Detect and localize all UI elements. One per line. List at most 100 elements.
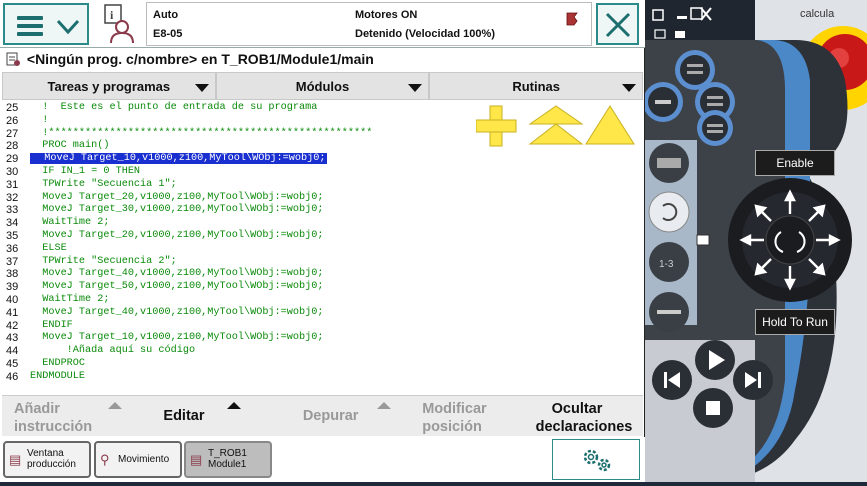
code-text: ENDMODULE xyxy=(30,370,86,382)
button-label: Ocultar xyxy=(551,401,603,417)
operator-window-icon[interactable]: i xyxy=(95,3,139,45)
production-window-icon: ▤ xyxy=(9,452,22,467)
code-text: ELSE xyxy=(30,242,67,254)
dropdown-arrow-icon xyxy=(194,84,209,92)
line-number: 30 xyxy=(6,166,19,178)
line-number: 42 xyxy=(6,319,19,332)
dropdown-arrow-icon xyxy=(622,84,637,92)
program-state: Detenido (Velocidad 100%) xyxy=(355,28,495,40)
axis-toggle-button[interactable]: 1-3 xyxy=(649,242,689,282)
editor-toolbar: Añadir instrucción Editar Depurar Modifi… xyxy=(2,395,643,436)
button-label: posición xyxy=(422,419,482,435)
task-jogging[interactable]: ⚲ Movimiento xyxy=(94,441,182,478)
task-label: Ventana producción xyxy=(27,448,76,470)
close-icon xyxy=(605,12,630,38)
debug-button[interactable]: Depurar xyxy=(271,396,410,436)
line-number: 32 xyxy=(6,191,19,204)
code-text: PROC main() xyxy=(30,140,110,152)
code-text: !***************************************… xyxy=(30,127,373,139)
operating-mode: Auto xyxy=(153,9,179,21)
task-label-line: Ventana xyxy=(27,448,64,459)
button-label: declaraciones xyxy=(535,419,633,435)
code-text: MoveJ Target_40,v1000,z100,MyTool\WObj:=… xyxy=(30,268,324,280)
background-window-text: calcula xyxy=(800,8,835,20)
dropdown-arrow-icon xyxy=(408,84,423,92)
hold-to-run-button[interactable]: Hold To Run xyxy=(755,309,835,335)
up-arrow-icon xyxy=(108,402,122,409)
code-text: MoveJ Target_20,v1000,z100,MyTool\WObj:=… xyxy=(30,230,324,241)
task-label: T_ROB1 Module1 xyxy=(208,448,247,470)
line-number: 37 xyxy=(6,255,19,268)
increment-button[interactable] xyxy=(649,292,689,332)
line-number: 43 xyxy=(6,332,19,345)
button-label: Modificar xyxy=(422,401,487,417)
enable-button[interactable]: Enable xyxy=(755,150,835,176)
code-text: MoveJ Target_40,v1000,z100,MyTool\WObj:=… xyxy=(30,306,324,318)
close-button[interactable] xyxy=(596,3,639,45)
top-bar: i Auto E8-05 Motores ON Detenido (Veloci… xyxy=(0,0,645,48)
code-text: ENDPROC xyxy=(30,358,86,369)
line-number: 33 xyxy=(6,204,19,217)
line-number: 41 xyxy=(6,306,19,319)
tab-label: Rutinas xyxy=(512,79,561,94)
hide-declarations-button[interactable]: Ocultar declaraciones xyxy=(530,396,643,436)
step-forward-button[interactable] xyxy=(733,360,773,400)
page-up-icon[interactable] xyxy=(528,105,584,145)
modify-position-button[interactable]: Modificar posición xyxy=(410,396,529,436)
program-editor-icon: ▤ xyxy=(190,452,203,467)
line-number: 29 xyxy=(6,153,19,166)
task-label: Movimiento xyxy=(118,454,169,465)
task-program-editor[interactable]: ▤ T_ROB1 Module1 xyxy=(184,441,272,478)
task-label-line: Module1 xyxy=(208,459,247,470)
task-production-window[interactable]: ▤ Ventana producción xyxy=(3,441,91,478)
reorient-button[interactable] xyxy=(648,191,690,233)
button-label: Editar xyxy=(163,408,205,424)
editor-tabs: Tareas y programas Módulos Rutinas xyxy=(2,72,644,100)
scroll-up-icon[interactable] xyxy=(585,105,635,145)
add-instruction-button[interactable]: Añadir instrucción xyxy=(2,396,122,436)
taskbar: ▤ Ventana producción ⚲ Movimiento ▤ T_RO… xyxy=(0,437,645,482)
line-number: 34 xyxy=(6,217,19,230)
gears-icon xyxy=(583,449,611,472)
chevron-down-icon xyxy=(56,19,80,35)
line-number: 26 xyxy=(6,114,19,127)
tab-routines[interactable]: Rutinas xyxy=(429,72,644,100)
quickset-button[interactable] xyxy=(552,439,640,480)
line-number: 31 xyxy=(6,178,19,191)
code-text: MoveJ Target_20,v1000,z100,MyTool\WObj:=… xyxy=(30,191,324,203)
line-number: 40 xyxy=(6,294,19,306)
scroll-navigation xyxy=(476,105,635,147)
line-number: 44 xyxy=(6,345,19,358)
program-editor-icon xyxy=(6,52,20,66)
status-bar[interactable]: Auto E8-05 Motores ON Detenido (Velocida… xyxy=(146,2,592,46)
selected-code-text: MoveJ Target_10,v1000,z100,MyTool\WObj:=… xyxy=(30,153,328,165)
line-number: 46 xyxy=(6,370,19,383)
zoom-in-icon[interactable] xyxy=(476,105,517,147)
tool-select-button[interactable] xyxy=(649,143,689,183)
tab-tasks-programs[interactable]: Tareas y programas xyxy=(2,72,216,100)
tab-modules[interactable]: Módulos xyxy=(215,72,430,100)
code-text: WaitTime 2; xyxy=(30,217,110,229)
motors-status: Motores ON xyxy=(355,9,418,21)
code-text: !Añada aquí su código xyxy=(30,345,196,357)
code-text: TPWrite "Secuencia 1"; xyxy=(30,178,177,190)
tab-label: Módulos xyxy=(295,79,350,94)
stop-button[interactable] xyxy=(693,388,733,428)
step-backward-button[interactable] xyxy=(652,360,692,400)
code-text: ! Este es el punto de entrada de su prog… xyxy=(30,102,318,113)
path-text: <Ningún prog. c/nombre> en T_ROB1/Module… xyxy=(26,51,374,67)
abb-menu-button[interactable] xyxy=(3,3,89,45)
start-button[interactable] xyxy=(695,340,735,380)
jogging-icon: ⚲ xyxy=(100,452,110,467)
up-arrow-icon xyxy=(227,402,242,409)
edit-button[interactable]: Editar xyxy=(121,396,270,436)
code-text: ENDIF xyxy=(30,319,73,331)
code-text: MoveJ Target_50,v1000,z100,MyTool\WObj:=… xyxy=(30,281,324,293)
line-number: 35 xyxy=(6,230,19,242)
task-label-line: T_ROB1 xyxy=(208,448,247,459)
event-log-icon xyxy=(566,12,578,26)
joystick[interactable] xyxy=(728,178,852,302)
code-text: WaitTime 2; xyxy=(30,294,110,305)
line-number: 38 xyxy=(6,268,19,281)
button-label: Añadir xyxy=(14,401,60,417)
